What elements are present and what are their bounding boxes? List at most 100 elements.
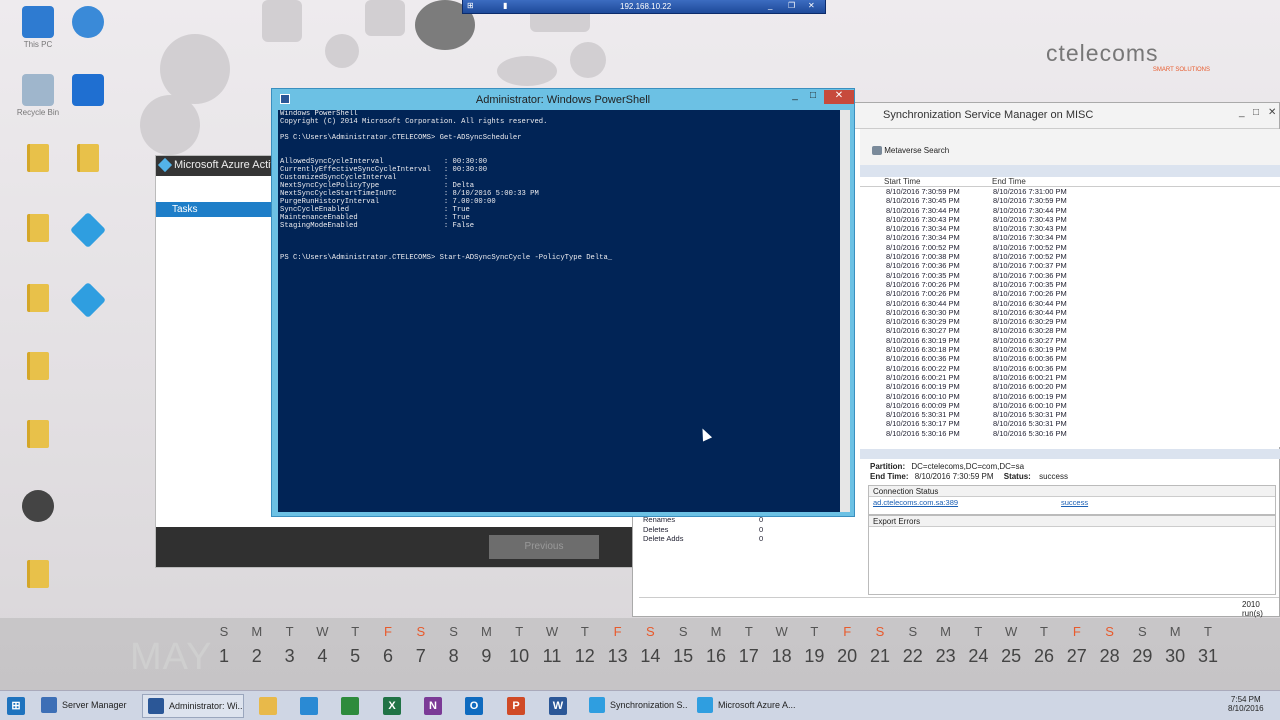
column-start-time[interactable]: Start Time (884, 177, 920, 186)
taskbar-pinned-app[interactable]: N (421, 694, 445, 718)
taskbar-pinned-app[interactable]: X (380, 694, 404, 718)
table-row[interactable]: 8/10/2016 6:30:19 PM 8/10/2016 6:30:27 PM (860, 336, 1280, 345)
minimize-button[interactable]: _ (786, 90, 804, 104)
table-row[interactable]: 8/10/2016 7:00:26 PM 8/10/2016 7:00:26 PM (860, 289, 1280, 298)
excel-icon: X (383, 697, 401, 715)
table-row[interactable]: 8/10/2016 6:30:30 PM 8/10/2016 6:30:44 PM (860, 308, 1280, 317)
end-time-cell: 8/10/2016 6:30:44 PM (993, 298, 1067, 308)
console-line: NextSyncCyclePolicyType : Delta (280, 182, 475, 190)
table-row[interactable]: 8/10/2016 7:30:34 PM 8/10/2016 7:30:43 PM (860, 224, 1280, 233)
table-row[interactable]: 8/10/2016 7:00:26 PM 8/10/2016 7:00:35 PM (860, 280, 1280, 289)
internet-explorer-icon (300, 697, 318, 715)
table-row[interactable]: 8/10/2016 5:30:31 PM 8/10/2016 5:30:31 PM (860, 410, 1280, 419)
restore-icon[interactable]: ❐ (788, 1, 795, 10)
start-button[interactable]: ⊞ (4, 694, 28, 718)
folder-icon (27, 144, 49, 172)
start-time-cell: 8/10/2016 6:00:22 PM (886, 363, 960, 373)
azure-ad-connect-icon (697, 697, 713, 713)
desktop-icon[interactable] (58, 281, 118, 319)
table-row[interactable]: 8/10/2016 7:00:35 PM 8/10/2016 7:00:36 PM (860, 271, 1280, 280)
powershell-title-bar[interactable]: Administrator: Windows PowerShell (272, 89, 854, 109)
table-row[interactable]: 8/10/2016 7:00:36 PM 8/10/2016 7:00:37 PM (860, 261, 1280, 270)
grid-background-icon (365, 0, 405, 36)
end-time-cell: 8/10/2016 7:30:59 PM (993, 196, 1067, 206)
run-history-table[interactable]: Start Time End Time 8/10/2016 7:30:59 PM… (860, 177, 1280, 447)
table-row[interactable]: 8/10/2016 7:30:44 PM 8/10/2016 7:30:44 PM (860, 206, 1280, 215)
taskbar-button[interactable]: Administrator: Wi... (142, 694, 244, 718)
start-time-cell: 8/10/2016 6:30:29 PM (886, 317, 960, 327)
table-header: Start Time End Time (860, 177, 1280, 187)
maximize-button[interactable]: □ (804, 90, 822, 104)
maximize-icon[interactable]: □ (1253, 107, 1259, 118)
desktop-icon[interactable] (8, 490, 68, 524)
partition-value: DC=ctelecoms,DC=com,DC=sa (911, 462, 1025, 471)
table-row[interactable]: 8/10/2016 6:30:18 PM 8/10/2016 6:30:19 PM (860, 345, 1280, 354)
desktop-icon[interactable] (8, 560, 68, 590)
taskbar-pinned-app[interactable] (256, 694, 280, 718)
desktop-icon[interactable] (8, 420, 68, 450)
table-row[interactable]: 8/10/2016 6:00:21 PM 8/10/2016 6:00:21 PM (860, 373, 1280, 382)
minimize-icon[interactable]: _ (1239, 107, 1245, 118)
statistics-list: Renames 0 Deletes 0 Delete Adds 0 (639, 515, 859, 595)
remote-desktop-bar[interactable]: ⊞ ▮ 192.168.10.22 _ ❐ ✕ (462, 0, 826, 14)
taskbar-button[interactable]: Microsoft Azure A... (692, 694, 796, 718)
table-row[interactable]: 8/10/2016 7:00:38 PM 8/10/2016 7:00:52 PM (860, 252, 1280, 261)
status-bar: 2010 run(s) (639, 597, 1279, 618)
table-row[interactable]: 8/10/2016 7:30:43 PM 8/10/2016 7:30:43 PM (860, 215, 1280, 224)
table-row[interactable]: 8/10/2016 6:30:44 PM 8/10/2016 6:30:44 PM (860, 299, 1280, 308)
folder-icon (27, 352, 49, 380)
start-time-cell: 8/10/2016 6:30:19 PM (886, 335, 960, 345)
table-row[interactable]: 8/10/2016 6:00:10 PM 8/10/2016 6:00:19 PM (860, 392, 1280, 401)
table-row[interactable]: 8/10/2016 6:30:29 PM 8/10/2016 6:30:29 PM (860, 317, 1280, 326)
taskbar-button[interactable]: Synchronization S... (584, 694, 688, 718)
taskbar-pinned-app[interactable] (297, 694, 321, 718)
taskbar-pinned-app[interactable] (338, 694, 362, 718)
table-row[interactable]: 8/10/2016 6:30:27 PM 8/10/2016 6:30:28 PM (860, 326, 1280, 335)
start-time-cell: 8/10/2016 7:00:38 PM (886, 252, 960, 262)
desktop-icon[interactable] (58, 74, 118, 108)
run-rows: 8/10/2016 7:30:59 PM 8/10/2016 7:31:00 PM… (860, 187, 1280, 438)
sync-window-title: Synchronization Service Manager on MISC (883, 109, 1094, 121)
table-row[interactable]: 8/10/2016 7:30:59 PM 8/10/2016 7:31:00 PM (860, 187, 1280, 196)
desktop-icon[interactable] (58, 6, 118, 40)
powershell-console[interactable]: Windows PowerShell Copyright (C) 2014 Mic… (278, 110, 840, 512)
computer-icon (22, 6, 54, 38)
minimize-icon[interactable]: _ (768, 1, 772, 10)
desktop-icon[interactable] (8, 352, 68, 382)
table-row[interactable]: 8/10/2016 6:00:19 PM 8/10/2016 6:00:20 PM (860, 382, 1280, 391)
powershell-window[interactable]: Administrator: Windows PowerShell _ □ ✕ … (271, 88, 855, 517)
table-row[interactable]: 8/10/2016 5:30:17 PM 8/10/2016 5:30:31 PM (860, 419, 1280, 428)
console-line: MaintenanceEnabled : True (280, 214, 470, 222)
console-scrollbar[interactable] (840, 110, 850, 512)
table-row[interactable]: 8/10/2016 7:00:52 PM 8/10/2016 7:00:52 PM (860, 243, 1280, 252)
sidebar-item-tasks[interactable]: Tasks (156, 202, 272, 217)
taskbar-pinned-app[interactable]: O (462, 694, 486, 718)
pin-icon[interactable]: ⊞ (467, 1, 474, 10)
previous-button[interactable]: Previous (489, 535, 599, 559)
taskbar-button[interactable]: Server Manager (36, 694, 138, 718)
taskbar-pinned-app[interactable]: P (504, 694, 528, 718)
table-row[interactable]: 8/10/2016 7:30:45 PM 8/10/2016 7:30:59 PM (860, 196, 1280, 205)
start-time-cell: 8/10/2016 6:00:36 PM (886, 354, 960, 364)
close-icon[interactable]: ✕ (808, 1, 815, 10)
table-row[interactable]: 8/10/2016 6:00:09 PM 8/10/2016 6:00:10 PM (860, 401, 1280, 410)
connection-result-link[interactable]: success (1061, 498, 1088, 507)
close-icon[interactable]: ✕ (1268, 107, 1276, 118)
taskbar-pinned-app[interactable]: W (546, 694, 570, 718)
metaverse-search-button[interactable]: Metaverse Search (872, 146, 949, 156)
start-time-cell: 8/10/2016 7:30:44 PM (886, 205, 960, 215)
table-row[interactable]: 8/10/2016 7:30:34 PM 8/10/2016 7:30:34 PM (860, 233, 1280, 242)
desktop-icon[interactable] (58, 211, 118, 249)
column-end-time[interactable]: End Time (992, 177, 1026, 186)
run-details: Partition: DC=ctelecoms,DC=com,DC=sa End… (860, 459, 1280, 619)
connection-server-link[interactable]: ad.ctelecoms.com.sa:389 (873, 498, 958, 507)
desktop-icon[interactable] (58, 144, 118, 174)
table-row[interactable]: 8/10/2016 6:00:36 PM 8/10/2016 6:00:36 PM (860, 354, 1280, 363)
taskbar-clock[interactable]: 7:54 PM 8/10/2016 (1228, 695, 1264, 713)
table-row[interactable]: 8/10/2016 6:00:22 PM 8/10/2016 6:00:36 PM (860, 364, 1280, 373)
close-button[interactable]: ✕ (824, 90, 854, 104)
calendar-day: 15 (673, 646, 694, 666)
table-row[interactable]: 8/10/2016 5:30:16 PM 8/10/2016 5:30:16 PM (860, 429, 1280, 438)
